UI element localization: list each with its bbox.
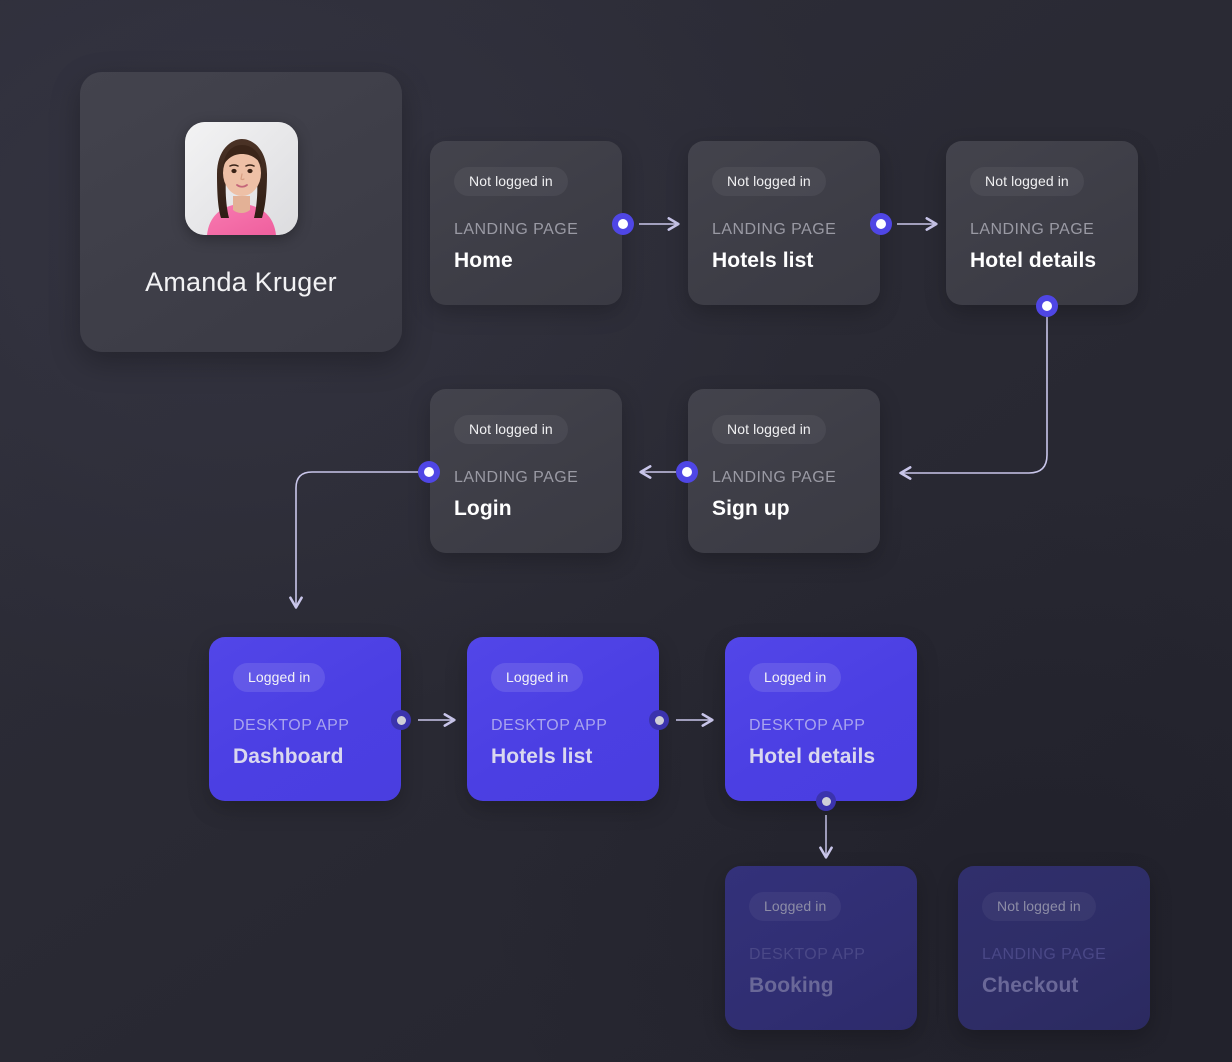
flow-node-booking[interactable]: Logged in DESKTOP APP Booking	[725, 866, 917, 1030]
node-title: Sign up	[712, 497, 790, 520]
node-title: Hotel details	[749, 745, 876, 768]
connector-dot-dashboard-out[interactable]	[391, 710, 411, 730]
connector-dot-hotel-details-out[interactable]	[1036, 295, 1058, 317]
flow-node-hotel-details[interactable]: Not logged in LANDING PAGE Hotel details	[946, 141, 1138, 305]
flow-node-sign-up[interactable]: Not logged in LANDING PAGE Sign up	[688, 389, 880, 553]
node-kind-label: LANDING PAGE	[712, 469, 837, 486]
connector-dot-app-hotel-details-out[interactable]	[816, 791, 836, 811]
status-badge: Not logged in	[454, 415, 568, 444]
connector-dot-hotels-list-out[interactable]	[870, 213, 892, 235]
flow-node-app-hotels-list[interactable]: Logged in DESKTOP APP Hotels list	[467, 637, 659, 801]
avatar	[184, 122, 298, 235]
wire-hotel-details-to-sign-up	[899, 316, 1048, 480]
node-title: Hotels list	[491, 745, 593, 768]
node-kind-label: DESKTOP APP	[491, 717, 608, 734]
flow-node-checkout[interactable]: Not logged in LANDING PAGE Checkout	[958, 866, 1150, 1030]
status-badge: Not logged in	[712, 415, 826, 444]
node-kind-label: LANDING PAGE	[712, 221, 837, 238]
connector-dot-app-hotels-list-out[interactable]	[649, 710, 669, 730]
status-badge: Not logged in	[982, 892, 1096, 921]
flow-diagram-canvas: Amanda Kruger Not logged in LANDING PAGE…	[0, 0, 1232, 1062]
node-title: Login	[454, 497, 512, 520]
node-kind-label: DESKTOP APP	[749, 717, 866, 734]
node-kind-label: DESKTOP APP	[749, 946, 866, 963]
node-title: Booking	[749, 974, 834, 997]
node-kind-label: LANDING PAGE	[454, 221, 579, 238]
node-kind-label: LANDING PAGE	[454, 469, 579, 486]
flow-node-app-hotel-details[interactable]: Logged in DESKTOP APP Hotel details	[725, 637, 917, 801]
status-badge: Not logged in	[970, 167, 1084, 196]
flow-node-dashboard[interactable]: Logged in DESKTOP APP Dashboard	[209, 637, 401, 801]
status-badge: Not logged in	[454, 167, 568, 196]
connector-dot-home-out[interactable]	[612, 213, 634, 235]
status-badge: Logged in	[749, 892, 842, 921]
node-title: Hotels list	[712, 249, 814, 272]
status-badge: Logged in	[749, 663, 842, 692]
user-photo-avatar-icon	[184, 122, 298, 235]
node-kind-label: LANDING PAGE	[970, 221, 1095, 238]
node-kind-label: DESKTOP APP	[233, 717, 350, 734]
node-title: Dashboard	[233, 745, 344, 768]
status-badge: Logged in	[491, 663, 584, 692]
node-kind-label: LANDING PAGE	[982, 946, 1107, 963]
connector-dot-sign-up-out[interactable]	[676, 461, 698, 483]
connector-dot-login-out[interactable]	[418, 461, 440, 483]
flow-node-login[interactable]: Not logged in LANDING PAGE Login	[430, 389, 622, 553]
node-title: Checkout	[982, 974, 1079, 997]
flow-node-home[interactable]: Not logged in LANDING PAGE Home	[430, 141, 622, 305]
profile-name: Amanda Kruger	[145, 267, 337, 297]
node-title: Hotel details	[970, 249, 1097, 272]
flow-node-hotels-list[interactable]: Not logged in LANDING PAGE Hotels list	[688, 141, 880, 305]
profile-card: Amanda Kruger	[80, 72, 402, 352]
node-title: Home	[454, 249, 513, 272]
wire-login-to-dashboard	[289, 471, 419, 609]
status-badge: Logged in	[233, 663, 326, 692]
status-badge: Not logged in	[712, 167, 826, 196]
